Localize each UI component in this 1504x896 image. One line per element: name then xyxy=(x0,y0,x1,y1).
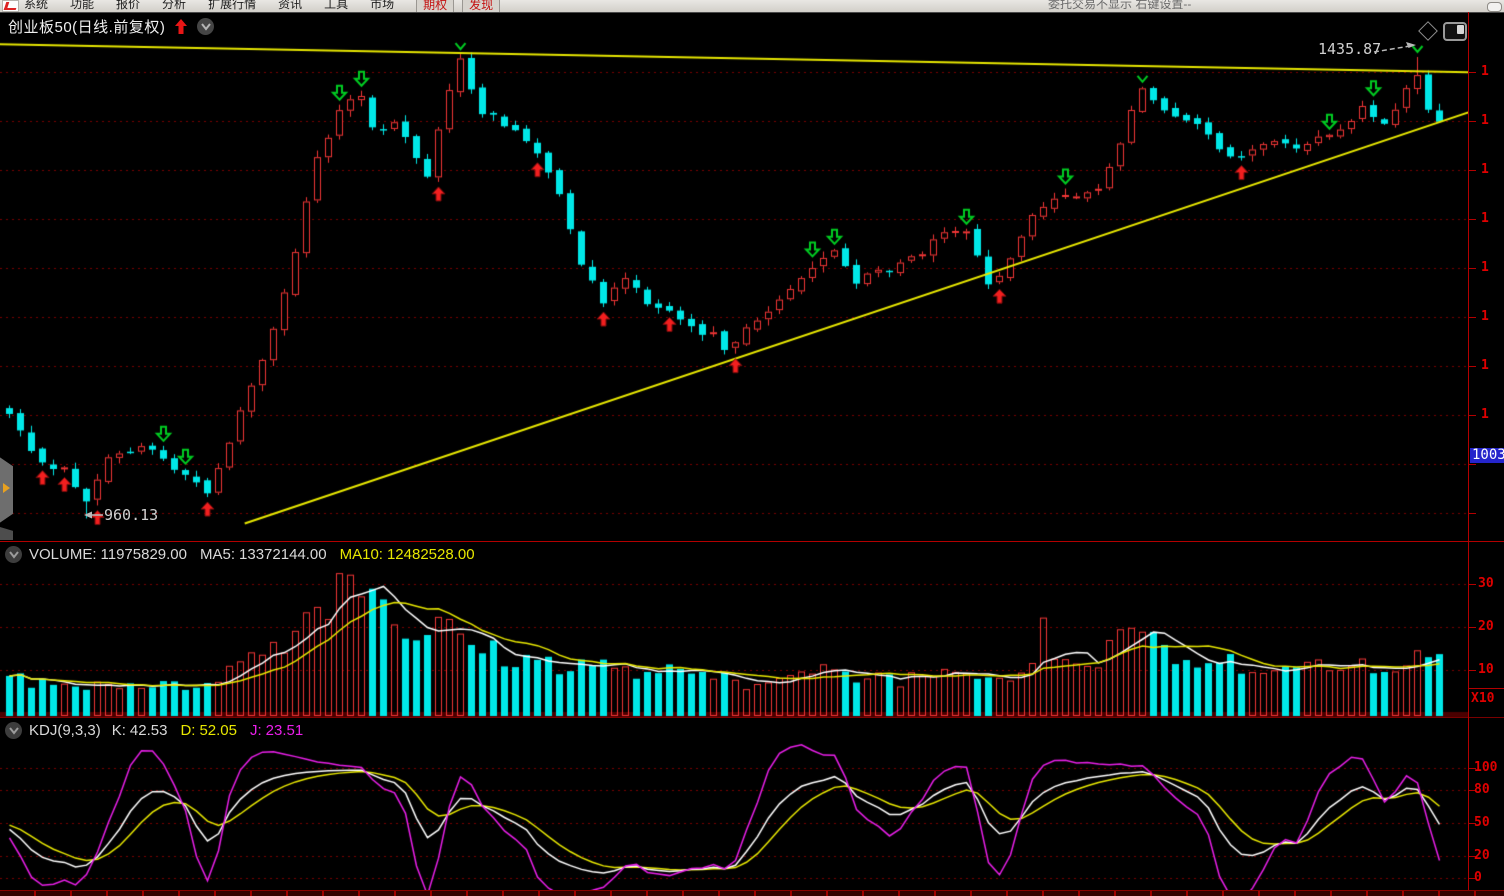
axis-tick-label: 1 xyxy=(1481,211,1489,226)
axis-tick xyxy=(1469,72,1476,73)
menu-item[interactable]: 系统 xyxy=(24,0,48,12)
price-axis-line xyxy=(1468,12,1469,890)
kdj-canvas[interactable] xyxy=(0,740,1468,896)
up-arrow-icon xyxy=(174,19,188,35)
chevron-down-icon xyxy=(200,23,212,31)
axis-tick xyxy=(1469,513,1476,514)
axis-tick-label: 100 xyxy=(1474,760,1497,775)
j-label: J: xyxy=(250,722,262,739)
axis-tick xyxy=(1469,415,1476,416)
volume-label: VOLUME: xyxy=(29,546,97,563)
menu-item[interactable]: 工具 xyxy=(324,0,348,12)
axis-tick-label: 1 xyxy=(1481,64,1489,79)
axis-tick-label: 1 xyxy=(1481,162,1489,177)
pane-separator xyxy=(0,717,1504,718)
volume-value: 11975829.00 xyxy=(101,546,187,563)
axis-tick-label: 1 xyxy=(1481,358,1489,373)
k-value: 42.53 xyxy=(130,722,168,739)
ma10-value: 12482528.00 xyxy=(387,546,475,563)
collapse-volume-button[interactable] xyxy=(5,546,22,563)
menu-note: 委托交易不显示 右键设置-- xyxy=(1048,0,1191,12)
d-value: 52.05 xyxy=(199,722,237,739)
ma5-label: MA5: xyxy=(200,546,235,563)
axis-tick-label: 10 xyxy=(1478,662,1494,677)
volume-axis-unit: X10 xyxy=(1471,691,1494,706)
left-arrow-icon xyxy=(84,509,104,521)
pane-separator xyxy=(0,541,1504,542)
k-label: K: xyxy=(112,722,126,739)
kdj-label: KDJ(9,3,3) xyxy=(29,722,101,739)
axis-tick-label: 0 xyxy=(1474,870,1482,885)
kdj-header: KDJ(9,3,3) K: 42.53 D: 52.05 J: 23.51 xyxy=(5,722,303,739)
axis-tick-label: 30 xyxy=(1478,576,1494,591)
menu-item[interactable]: 资讯 xyxy=(278,0,302,12)
chevron-down-icon xyxy=(8,551,20,559)
time-axis-strip xyxy=(0,890,1504,896)
menu-item[interactable]: 分析 xyxy=(162,0,186,12)
axis-tick-label: 20 xyxy=(1478,619,1494,634)
axis-tick xyxy=(1469,121,1476,122)
axis-tick-label: 1 xyxy=(1481,407,1489,422)
j-value: 23.51 xyxy=(266,722,304,739)
volume-header: VOLUME: 11975829.00 MA5: 13372144.00 MA1… xyxy=(5,546,475,563)
chevron-down-icon xyxy=(8,727,20,735)
peak-arrow-icon xyxy=(1372,40,1420,56)
candlestick-canvas[interactable] xyxy=(0,12,1468,542)
price-level-badge: 1003 xyxy=(1470,448,1504,463)
axis-tick xyxy=(1469,627,1476,628)
axis-tick xyxy=(1469,268,1476,269)
axis-tick xyxy=(1469,366,1476,367)
menu-scroll-pill[interactable] xyxy=(1487,2,1502,12)
volume-unit-separator xyxy=(1468,688,1504,689)
ma10-label: MA10: xyxy=(340,546,383,563)
axis-tick-label: 1 xyxy=(1481,113,1489,128)
axis-tick xyxy=(1469,317,1476,318)
volume-canvas[interactable] xyxy=(0,566,1468,717)
axis-tick-label: 80 xyxy=(1474,782,1490,797)
axis-tick xyxy=(1469,219,1476,220)
app-logo-icon[interactable] xyxy=(2,0,19,12)
axis-tick-label: 1 xyxy=(1481,260,1489,275)
axis-tick xyxy=(1469,670,1476,671)
collapse-kdj-button[interactable] xyxy=(5,722,22,739)
menu-item[interactable]: 功能 xyxy=(70,0,94,12)
menu-item[interactable]: 报价 xyxy=(116,0,140,12)
low-price-annotation: 960.13 xyxy=(84,506,158,524)
side-panel-icon[interactable] xyxy=(1443,22,1467,41)
axis-tick xyxy=(1469,584,1476,585)
axis-tick xyxy=(1469,170,1476,171)
menu-item[interactable]: 市场 xyxy=(370,0,394,12)
app-window: 系统功能报价分析扩展行情资讯工具市场期权发现 委托交易不显示 右键设置-- 创业… xyxy=(0,0,1504,896)
axis-tick xyxy=(1469,464,1476,465)
axis-tick-label: 50 xyxy=(1474,815,1490,830)
ma5-value: 13372144.00 xyxy=(239,546,327,563)
collapse-main-button[interactable] xyxy=(197,18,214,35)
d-label: D: xyxy=(180,722,195,739)
axis-tick-label: 20 xyxy=(1474,848,1490,863)
axis-tick-label: 1 xyxy=(1481,309,1489,324)
chart-title: 创业板50(日线.前复权) xyxy=(8,16,165,37)
low-price-label: 960.13 xyxy=(104,506,158,524)
sidebar-handle[interactable] xyxy=(0,456,13,524)
menu-item[interactable]: 扩展行情 xyxy=(208,0,256,12)
